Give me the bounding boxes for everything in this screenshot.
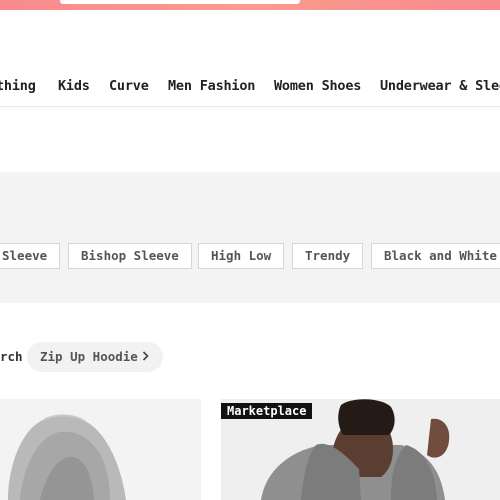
tag-bishop-sleeve[interactable]: Bishop Sleeve: [68, 243, 192, 269]
tag-black-and-white[interactable]: Black and White: [371, 243, 500, 269]
tag-filter-band: Sleeve Bishop Sleeve High Low Trendy Bla…: [0, 172, 500, 303]
nav-item-curve[interactable]: Curve: [109, 78, 149, 94]
nav-item-clothing[interactable]: thing: [0, 78, 36, 94]
marketplace-badge: Marketplace: [221, 403, 313, 419]
nav-item-kids[interactable]: Kids: [58, 78, 90, 94]
related-search-chip-label: Zip Up Hoodie: [40, 349, 138, 364]
product-card[interactable]: Marketplace: [221, 399, 500, 500]
nav-item-women-shoes[interactable]: Women Shoes: [274, 78, 361, 94]
product-card[interactable]: [0, 399, 201, 500]
nav-item-men-fashion[interactable]: Men Fashion: [168, 78, 255, 94]
category-nav: thing Kids Curve Men Fashion Women Shoes…: [0, 70, 500, 107]
top-banner: [0, 0, 500, 10]
search-input[interactable]: [60, 0, 300, 4]
chevron-right-icon: [142, 342, 149, 372]
related-searches: rch Zip Up Hoodie: [0, 340, 500, 372]
tag-high-low[interactable]: High Low: [198, 243, 285, 269]
tag-trendy[interactable]: Trendy: [292, 243, 364, 269]
gray-hoodie-product-image: [0, 399, 201, 500]
related-searches-label: rch: [0, 349, 23, 364]
tag-sleeve[interactable]: Sleeve: [0, 243, 61, 269]
related-search-chip[interactable]: Zip Up Hoodie: [27, 342, 163, 372]
nav-item-underwear-sleepwear[interactable]: Underwear & Slee: [380, 78, 500, 94]
